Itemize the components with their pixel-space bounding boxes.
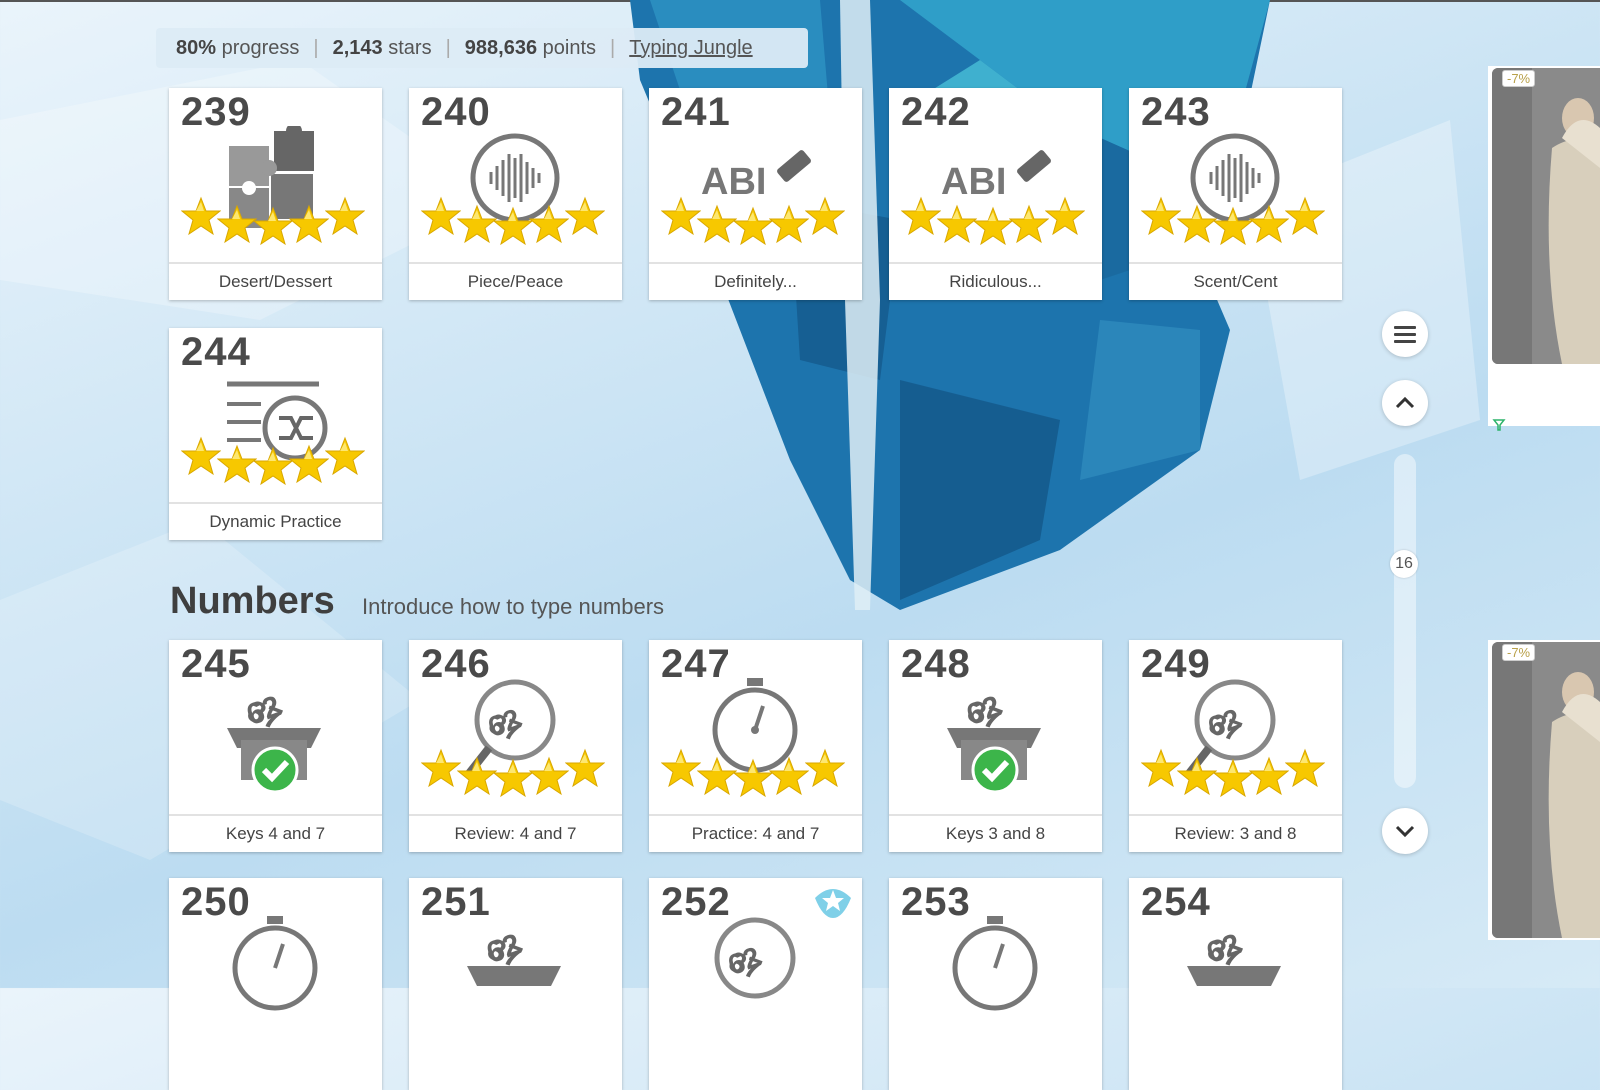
lesson-label: Keys 3 and 8 [889,814,1102,852]
number-magnifier-icon [714,917,796,999]
ad-column: -7% -7% [1488,0,1600,988]
lesson-label: Review: 3 and 8 [1129,814,1342,852]
progress-label: progress [221,36,300,59]
ad-discount-badge: -7% [1502,644,1536,661]
lesson-card-247[interactable]: 247 Practice: 4 and 7 [649,640,862,852]
ad-panel[interactable]: -7% [1488,640,1600,940]
ad-choices-icon[interactable] [1492,418,1506,432]
lesson-card-244[interactable]: 244 Dynamic Practice [169,328,382,540]
lesson-card-241[interactable]: 241 ABI Definitely... [649,88,862,300]
status-separator: | [610,36,616,59]
stars-label: stars [388,36,432,59]
lesson-card-242[interactable]: 242 ABI Ridiculous... [889,88,1102,300]
puzzle-icon [169,126,382,256]
ad-discount-badge: -7% [1502,70,1536,87]
number-magnifier-icon [1129,679,1342,808]
lesson-card-251[interactable]: 251 [409,878,622,1090]
stopwatch-icon [952,916,1038,1011]
stopwatch-icon [649,678,862,808]
lesson-card-249[interactable]: 249 Review: 3 and 8 [1129,640,1342,852]
ad-product-photo [1492,642,1600,938]
number-box-icon [227,689,321,794]
svg-text:ABI: ABI [941,161,1006,203]
number-box-icon [947,689,1041,794]
scroll-track[interactable] [1394,454,1416,788]
lesson-card-253[interactable]: 253 [889,878,1102,1090]
lesson-label: Ridiculous... [889,262,1102,300]
lesson-label: Piece/Peace [409,262,622,300]
stars-value: 2,143 [332,36,383,59]
number-box-icon [467,927,561,986]
points-label: points [542,36,597,59]
status-separator: | [313,36,319,59]
lesson-card-252[interactable]: 252 [649,878,862,1090]
check-icon [971,746,1019,794]
audio-wave-icon [409,133,622,256]
lesson-card-245[interactable]: 245 Keys 4 and 7 [169,640,382,852]
status-separator: | [445,36,451,59]
lesson-card-239[interactable]: 239 Desert/Dessert [169,88,382,300]
scroll-position-badge[interactable]: 16 [1390,550,1418,578]
lesson-label: Review: 4 and 7 [409,814,622,852]
audio-wave-icon [1129,133,1342,256]
stopwatch-icon [232,916,318,1011]
lesson-card-250[interactable]: 250 [169,878,382,1090]
scroll-up-button[interactable] [1382,380,1428,426]
lesson-card-248[interactable]: 248 Keys 3 and 8 [889,640,1102,852]
lesson-label: Dynamic Practice [169,502,382,540]
lesson-label: Definitely... [649,262,862,300]
progress-status-bar: 80% progress | 2,143 stars | 988,636 poi… [156,28,808,68]
typing-jungle-link[interactable]: Typing Jungle [629,37,752,60]
number-magnifier-icon [409,679,622,808]
menu-button[interactable] [1382,311,1428,357]
lesson-label: Practice: 4 and 7 [649,814,862,852]
chevron-down-icon [1395,825,1415,838]
chevron-up-icon [1395,396,1415,409]
points-value: 988,636 [464,36,538,59]
ad-image[interactable]: -7% [1492,642,1600,938]
star-badge-icon [815,889,851,918]
progress-value: 80% [176,36,217,59]
section-title: Numbers [170,580,335,622]
section-subtitle: Introduce how to type numbers [362,594,665,619]
ad-product-photo [1492,68,1600,364]
lesson-label: Scent/Cent [1129,262,1342,300]
lesson-label: Desert/Dessert [169,262,382,300]
lesson-card-240[interactable]: 240 Piece/Peace [409,88,622,300]
shuffle-list-icon [169,381,382,496]
ad-image[interactable]: -7% [1492,68,1600,364]
lesson-card-243[interactable]: 243 Scent/Cent [1129,88,1342,300]
number-box-icon [1187,927,1281,986]
ad-panel[interactable]: -7% [1488,66,1600,431]
check-icon [251,746,299,794]
lesson-card-254[interactable]: 254 [1129,878,1342,1090]
scroll-down-button[interactable] [1382,808,1428,854]
spelling-abc-icon: ABI [649,150,862,256]
lesson-label: Keys 4 and 7 [169,814,382,852]
spelling-abc-icon: ABI [889,150,1102,256]
svg-text:ABI: ABI [701,161,766,203]
hamburger-icon [1394,326,1416,343]
lesson-card-246[interactable]: 246 Review: 4 and 7 [409,640,622,852]
